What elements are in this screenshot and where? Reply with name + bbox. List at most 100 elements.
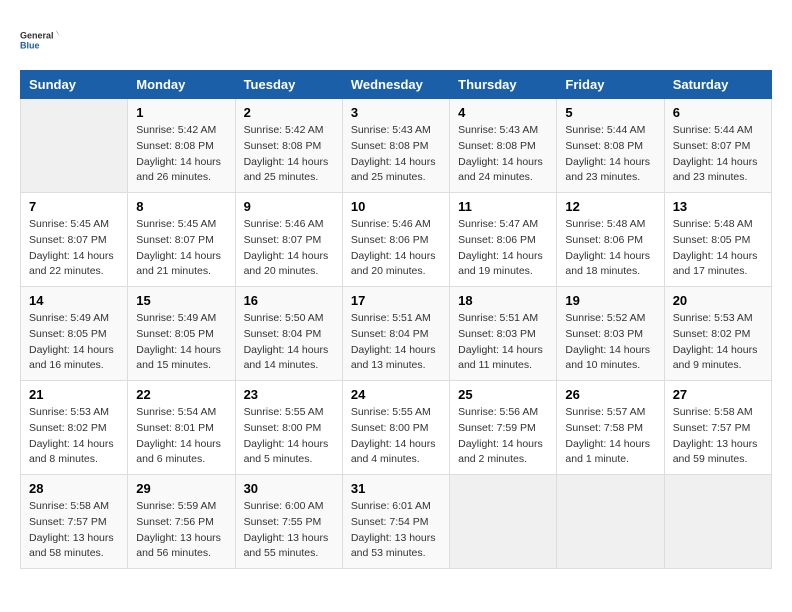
calendar-cell: 5Sunrise: 5:44 AM Sunset: 8:08 PM Daylig… xyxy=(557,99,664,193)
day-info: Sunrise: 5:47 AM Sunset: 8:06 PM Dayligh… xyxy=(458,217,548,280)
day-info: Sunrise: 6:01 AM Sunset: 7:54 PM Dayligh… xyxy=(351,499,441,562)
day-number: 12 xyxy=(565,199,655,214)
week-row-3: 14 Sunrise: 5:49 AM Sunset: 8:05 PM Dayli… xyxy=(21,287,772,381)
day-info: Sunrise: 5:55 AM Sunset: 8:00 PM Dayligh… xyxy=(244,405,334,468)
day-info: Sunrise: 5:52 AM Sunset: 8:03 PM Dayligh… xyxy=(565,311,655,374)
calendar-cell: 24 Sunrise: 5:55 AM Sunset: 8:00 PM Dayli… xyxy=(342,381,449,475)
day-info: Sunrise: 5:43 AM Sunset: 8:08 PM Dayligh… xyxy=(458,123,548,186)
day-info: Sunrise: 5:59 AM Sunset: 7:56 PM Dayligh… xyxy=(136,499,226,562)
day-number: 21 xyxy=(29,387,119,402)
day-info: Sunrise: 5:55 AM Sunset: 8:00 PM Dayligh… xyxy=(351,405,441,468)
day-number: 26 xyxy=(565,387,655,402)
header-tuesday: Tuesday xyxy=(235,71,342,99)
header-row: SundayMondayTuesdayWednesdayThursdayFrid… xyxy=(21,71,772,99)
day-number: 29 xyxy=(136,481,226,496)
calendar-cell: 3 Sunrise: 5:43 AM Sunset: 8:08 PM Daylig… xyxy=(342,99,449,193)
day-info: Sunrise: 5:50 AM Sunset: 8:04 PM Dayligh… xyxy=(244,311,334,374)
calendar-cell: 23 Sunrise: 5:55 AM Sunset: 8:00 PM Dayli… xyxy=(235,381,342,475)
calendar-cell: 31 Sunrise: 6:01 AM Sunset: 7:54 PM Dayli… xyxy=(342,475,449,569)
calendar-cell: 13 Sunrise: 5:48 AM Sunset: 8:05 PM Dayli… xyxy=(664,193,771,287)
calendar-cell xyxy=(557,475,664,569)
calendar-cell: 25Sunrise: 5:56 AM Sunset: 7:59 PM Dayli… xyxy=(450,381,557,475)
calendar-cell: 22 Sunrise: 5:54 AM Sunset: 8:01 PM Dayli… xyxy=(128,381,235,475)
day-info: Sunrise: 5:45 AM Sunset: 8:07 PM Dayligh… xyxy=(29,217,119,280)
day-number: 7 xyxy=(29,199,119,214)
day-info: Sunrise: 5:48 AM Sunset: 8:05 PM Dayligh… xyxy=(673,217,763,280)
day-number: 28 xyxy=(29,481,119,496)
day-info: Sunrise: 6:00 AM Sunset: 7:55 PM Dayligh… xyxy=(244,499,334,562)
week-row-1: 1 Sunrise: 5:42 AM Sunset: 8:08 PM Daylig… xyxy=(21,99,772,193)
calendar-cell: 28 Sunrise: 5:58 AM Sunset: 7:57 PM Dayli… xyxy=(21,475,128,569)
day-number: 22 xyxy=(136,387,226,402)
calendar-cell: 6 Sunrise: 5:44 AM Sunset: 8:07 PM Daylig… xyxy=(664,99,771,193)
week-row-4: 21 Sunrise: 5:53 AM Sunset: 8:02 PM Dayli… xyxy=(21,381,772,475)
calendar-cell: 10 Sunrise: 5:46 AM Sunset: 8:06 PM Dayli… xyxy=(342,193,449,287)
calendar-cell: 12 Sunrise: 5:48 AM Sunset: 8:06 PM Dayli… xyxy=(557,193,664,287)
day-number: 15 xyxy=(136,293,226,308)
header-monday: Monday xyxy=(128,71,235,99)
day-info: Sunrise: 5:46 AM Sunset: 8:06 PM Dayligh… xyxy=(351,217,441,280)
day-number: 23 xyxy=(244,387,334,402)
day-number: 2 xyxy=(244,105,334,120)
day-info: Sunrise: 5:49 AM Sunset: 8:05 PM Dayligh… xyxy=(29,311,119,374)
day-info: Sunrise: 5:58 AM Sunset: 7:57 PM Dayligh… xyxy=(29,499,119,562)
day-number: 27 xyxy=(673,387,763,402)
header-wednesday: Wednesday xyxy=(342,71,449,99)
calendar-cell xyxy=(450,475,557,569)
day-info: Sunrise: 5:44 AM Sunset: 8:07 PM Dayligh… xyxy=(673,123,763,186)
day-info: Sunrise: 5:57 AM Sunset: 7:58 PM Dayligh… xyxy=(565,405,655,468)
day-info: Sunrise: 5:51 AM Sunset: 8:04 PM Dayligh… xyxy=(351,311,441,374)
day-info: Sunrise: 5:56 AM Sunset: 7:59 PM Dayligh… xyxy=(458,405,548,468)
day-number: 10 xyxy=(351,199,441,214)
day-number: 16 xyxy=(244,293,334,308)
calendar-cell: 27 Sunrise: 5:58 AM Sunset: 7:57 PM Dayli… xyxy=(664,381,771,475)
calendar-cell: 4 Sunrise: 5:43 AM Sunset: 8:08 PM Daylig… xyxy=(450,99,557,193)
day-number: 24 xyxy=(351,387,441,402)
day-number: 11 xyxy=(458,199,548,214)
day-number: 9 xyxy=(244,199,334,214)
day-info: Sunrise: 5:42 AM Sunset: 8:08 PM Dayligh… xyxy=(244,123,334,186)
logo: General Blue xyxy=(20,20,60,60)
day-info: Sunrise: 5:53 AM Sunset: 8:02 PM Dayligh… xyxy=(673,311,763,374)
day-info: Sunrise: 5:49 AM Sunset: 8:05 PM Dayligh… xyxy=(136,311,226,374)
calendar-cell xyxy=(21,99,128,193)
calendar-cell: 9Sunrise: 5:46 AM Sunset: 8:07 PM Daylig… xyxy=(235,193,342,287)
day-number: 4 xyxy=(458,105,548,120)
calendar-cell xyxy=(664,475,771,569)
day-number: 13 xyxy=(673,199,763,214)
day-info: Sunrise: 5:43 AM Sunset: 8:08 PM Dayligh… xyxy=(351,123,441,186)
day-number: 20 xyxy=(673,293,763,308)
day-number: 5 xyxy=(565,105,655,120)
day-number: 31 xyxy=(351,481,441,496)
header-saturday: Saturday xyxy=(664,71,771,99)
calendar-cell: 16 Sunrise: 5:50 AM Sunset: 8:04 PM Dayli… xyxy=(235,287,342,381)
calendar-cell: 19Sunrise: 5:52 AM Sunset: 8:03 PM Dayli… xyxy=(557,287,664,381)
day-number: 14 xyxy=(29,293,119,308)
svg-text:Blue: Blue xyxy=(20,41,40,51)
day-number: 18 xyxy=(458,293,548,308)
calendar-cell: 21 Sunrise: 5:53 AM Sunset: 8:02 PM Dayli… xyxy=(21,381,128,475)
day-number: 1 xyxy=(136,105,226,120)
day-info: Sunrise: 5:51 AM Sunset: 8:03 PM Dayligh… xyxy=(458,311,548,374)
day-number: 6 xyxy=(673,105,763,120)
calendar-cell: 20 Sunrise: 5:53 AM Sunset: 8:02 PM Dayli… xyxy=(664,287,771,381)
calendar-cell: 26 Sunrise: 5:57 AM Sunset: 7:58 PM Dayli… xyxy=(557,381,664,475)
day-info: Sunrise: 5:58 AM Sunset: 7:57 PM Dayligh… xyxy=(673,405,763,468)
page-header: General Blue xyxy=(20,20,772,60)
day-info: Sunrise: 5:53 AM Sunset: 8:02 PM Dayligh… xyxy=(29,405,119,468)
day-info: Sunrise: 5:48 AM Sunset: 8:06 PM Dayligh… xyxy=(565,217,655,280)
calendar-cell: 2 Sunrise: 5:42 AM Sunset: 8:08 PM Daylig… xyxy=(235,99,342,193)
calendar-cell: 18 Sunrise: 5:51 AM Sunset: 8:03 PM Dayli… xyxy=(450,287,557,381)
header-thursday: Thursday xyxy=(450,71,557,99)
calendar-cell: 30Sunrise: 6:00 AM Sunset: 7:55 PM Dayli… xyxy=(235,475,342,569)
calendar-cell: 14 Sunrise: 5:49 AM Sunset: 8:05 PM Dayli… xyxy=(21,287,128,381)
calendar-cell: 11 Sunrise: 5:47 AM Sunset: 8:06 PM Dayli… xyxy=(450,193,557,287)
calendar-cell: 29 Sunrise: 5:59 AM Sunset: 7:56 PM Dayli… xyxy=(128,475,235,569)
header-friday: Friday xyxy=(557,71,664,99)
day-info: Sunrise: 5:54 AM Sunset: 8:01 PM Dayligh… xyxy=(136,405,226,468)
day-number: 3 xyxy=(351,105,441,120)
calendar-cell: 15 Sunrise: 5:49 AM Sunset: 8:05 PM Dayli… xyxy=(128,287,235,381)
calendar-cell: 1Sunrise: 5:42 AM Sunset: 8:08 PM Daylig… xyxy=(128,99,235,193)
day-number: 17 xyxy=(351,293,441,308)
day-info: Sunrise: 5:45 AM Sunset: 8:07 PM Dayligh… xyxy=(136,217,226,280)
